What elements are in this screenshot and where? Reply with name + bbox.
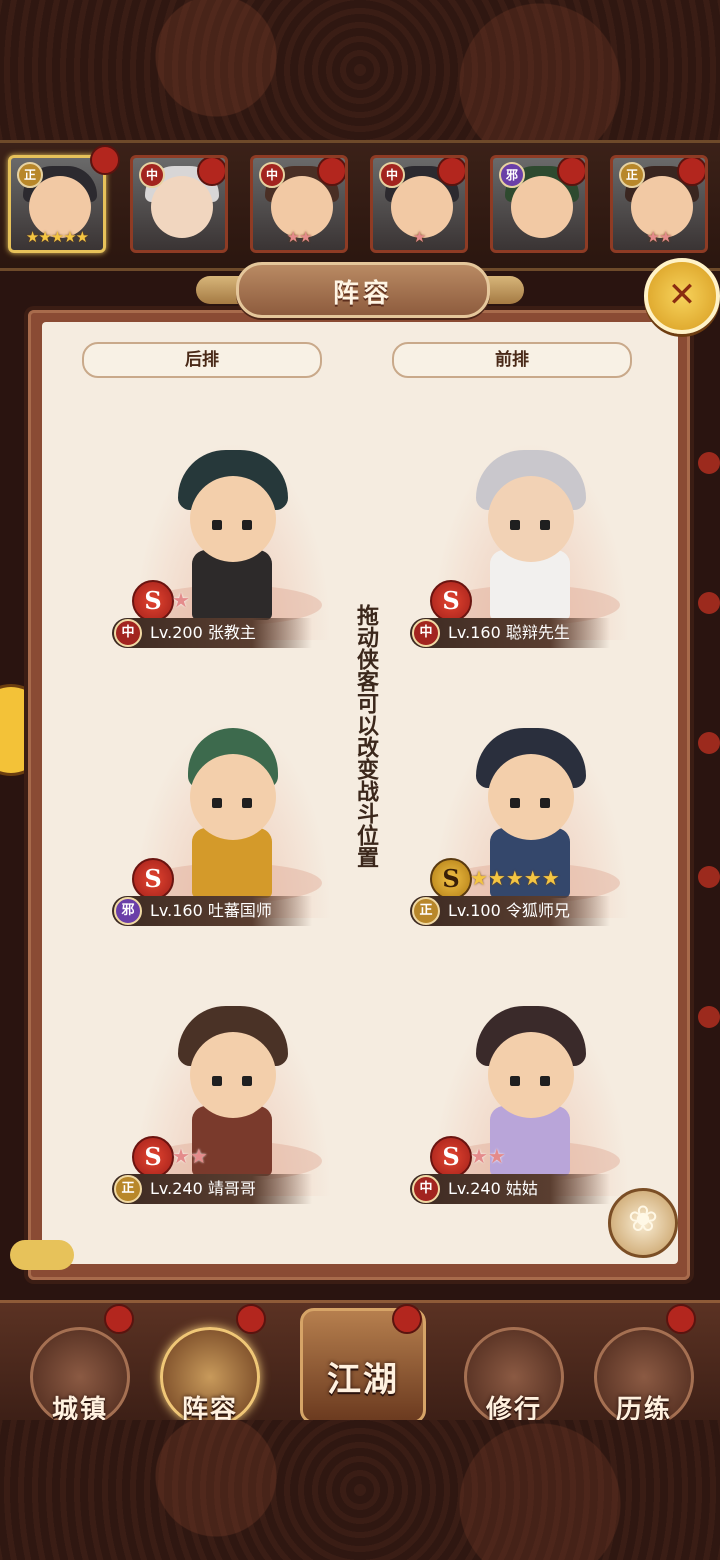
lineup-slot-front-2[interactable]: S ★★★★★ 正 Lv.100 令狐师兄 — [410, 718, 650, 968]
formation-button[interactable]: ❀ — [608, 1188, 678, 1258]
hero-nameplate: 中 Lv.160 聪辩先生 — [410, 618, 610, 648]
hero-stars: ★★ — [470, 1144, 506, 1168]
notification-dot — [677, 158, 705, 186]
faction-tag: 正 — [412, 897, 440, 925]
hero-nameplate: 邪 Lv.160 吐蕃国师 — [112, 896, 312, 926]
faction-tag: 正 — [17, 162, 43, 188]
lineup-slot-back-3[interactable]: S ★★ 正 Lv.240 靖哥哥 — [112, 996, 352, 1246]
hero-card-1[interactable]: 正 ★★★★★ — [8, 155, 106, 253]
hero-stars: ★ — [412, 228, 426, 246]
lineup-slot-front-1[interactable]: S 中 Lv.160 聪辩先生 — [410, 440, 650, 690]
hero-nameplate: 中 Lv.200 张教主 — [112, 618, 312, 648]
notification-dot — [104, 1304, 134, 1334]
hero-name: 靖哥哥 — [207, 1179, 256, 1198]
hero-card-2[interactable]: 中 — [130, 155, 228, 253]
hero-name: 聪辩先生 — [505, 623, 570, 642]
bottom-background — [0, 1420, 720, 1560]
faction-tag: 邪 — [499, 162, 525, 188]
front-row-header: 前排 — [392, 342, 632, 378]
faction-tag: 正 — [619, 162, 645, 188]
hero-stars: ★★★★★ — [25, 228, 89, 246]
notification-dot — [392, 1304, 422, 1334]
hero-name: 令狐师兄 — [505, 901, 570, 920]
notification-dot — [90, 145, 120, 175]
hero-level: Lv.240 — [150, 1179, 203, 1198]
faction-tag: 中 — [139, 162, 165, 188]
close-button[interactable]: ✕ — [644, 258, 720, 334]
hero-stars: ★★ — [286, 228, 313, 246]
faction-tag: 正 — [114, 1175, 142, 1203]
hero-nameplate: 中 Lv.240 姑姑 — [410, 1174, 610, 1204]
flower-icon: ❀ — [627, 1199, 659, 1240]
hero-level: Lv.200 — [150, 623, 203, 642]
grade-badge: S — [430, 580, 472, 622]
hero-card-3[interactable]: 中 ★★ — [250, 155, 348, 253]
notification-dot — [666, 1304, 696, 1334]
notification-dot — [197, 158, 225, 186]
hero-stars: ★★ — [646, 228, 673, 246]
hero-level: Lv.240 — [448, 1179, 501, 1198]
lineup-slot-back-2[interactable]: S 邪 Lv.160 吐蕃国师 — [112, 718, 352, 968]
hero-stars: ★ — [172, 588, 190, 612]
hero-name: 张教主 — [207, 623, 256, 642]
notification-dot — [236, 1304, 266, 1334]
hero-card-5[interactable]: 邪 — [490, 155, 588, 253]
faction-tag: 中 — [259, 162, 285, 188]
faction-tag: 邪 — [114, 897, 142, 925]
hero-level: Lv.160 — [448, 623, 501, 642]
hero-name: 吐蕃国师 — [207, 901, 272, 920]
nav-trial-button[interactable]: 历练 — [594, 1327, 694, 1427]
top-background — [0, 0, 720, 140]
hero-level: Lv.160 — [150, 901, 203, 920]
hero-card-6[interactable]: 正 ★★ — [610, 155, 708, 253]
nav-training-button[interactable]: 修行 — [464, 1327, 564, 1427]
grade-badge: S — [430, 1136, 472, 1178]
panel-title: 阵容 — [332, 279, 393, 309]
hero-card-4[interactable]: 中 ★ — [370, 155, 468, 253]
hero-stars: ★★★★★ — [470, 866, 560, 890]
grade-badge: S — [430, 858, 472, 900]
grade-badge: S — [132, 1136, 174, 1178]
hero-roster-strip: 正 ★★★★★ 中 中 ★★ 中 ★ 邪 正 ★★ — [0, 140, 720, 271]
close-icon: ✕ — [667, 275, 697, 315]
back-row-header: 后排 — [82, 342, 322, 378]
faction-tag: 中 — [412, 619, 440, 647]
faction-tag: 中 — [379, 162, 405, 188]
panel-title-banner: 阵容 — [236, 262, 490, 318]
notification-dot — [437, 158, 465, 186]
hero-stars: ★★ — [172, 1144, 208, 1168]
nav-lineup-button[interactable]: 阵容 — [160, 1327, 260, 1427]
faction-tag: 中 — [412, 1175, 440, 1203]
hero-level: Lv.100 — [448, 901, 501, 920]
nav-town-button[interactable]: 城镇 — [30, 1327, 130, 1427]
lineup-slot-back-1[interactable]: S ★ 中 Lv.200 张教主 — [112, 440, 352, 690]
faction-tag: 中 — [114, 619, 142, 647]
cloud-ornament — [10, 1240, 74, 1270]
hero-name: 姑姑 — [505, 1179, 538, 1198]
grade-badge: S — [132, 580, 174, 622]
grade-badge: S — [132, 858, 174, 900]
hero-nameplate: 正 Lv.100 令狐师兄 — [410, 896, 610, 926]
notification-dot — [557, 158, 585, 186]
notification-dot — [317, 158, 345, 186]
nav-jianghu-label: 江湖 — [327, 1360, 399, 1400]
hero-nameplate: 正 Lv.240 靖哥哥 — [112, 1174, 312, 1204]
